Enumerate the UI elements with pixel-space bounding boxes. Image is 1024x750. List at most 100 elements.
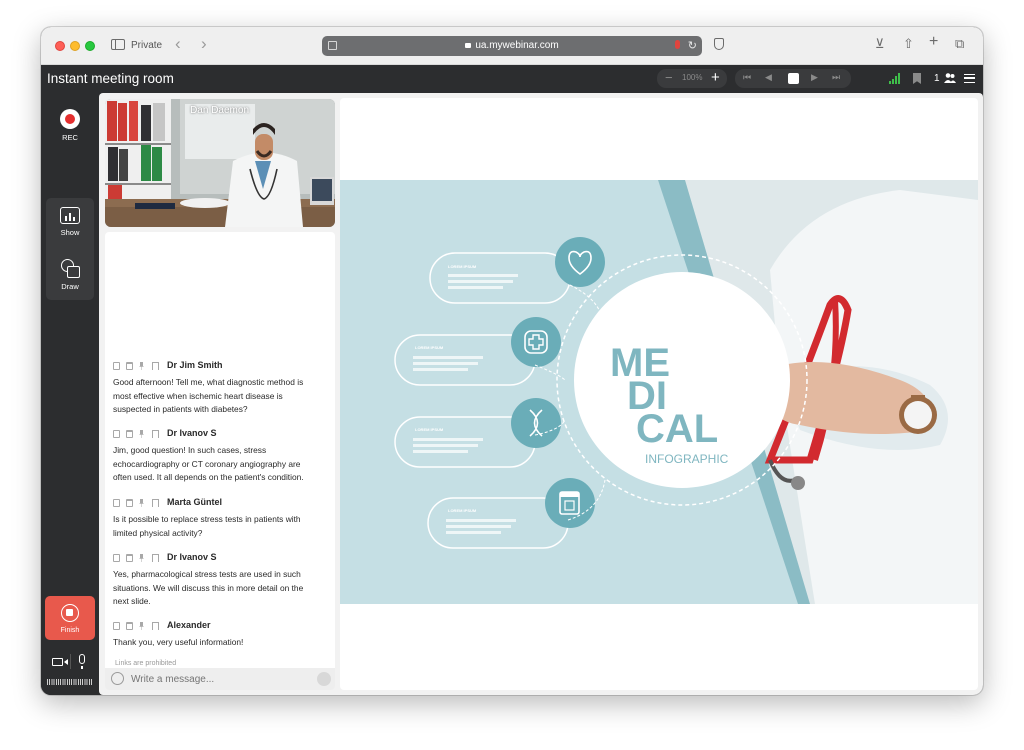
share-icon[interactable]: ⇧ [903, 36, 914, 52]
tab-overview-icon[interactable]: ⧉ [955, 36, 964, 52]
copy-icon[interactable] [113, 362, 120, 370]
copy-icon[interactable] [113, 499, 120, 507]
send-icon[interactable] [317, 672, 331, 686]
slide-subtitle: INFOGRAPHIC [645, 452, 729, 466]
finish-label: Finish [60, 627, 80, 634]
delete-icon[interactable] [126, 499, 133, 507]
menu-icon[interactable] [964, 74, 975, 83]
bookmark-icon[interactable] [152, 430, 159, 438]
first-slide-icon[interactable]: ⏮ [743, 72, 751, 83]
tools-panel: Show Draw [46, 198, 94, 300]
copy-icon[interactable] [113, 554, 120, 562]
delete-icon[interactable] [126, 554, 133, 562]
participants-count: 1 [934, 73, 940, 84]
private-mode-label: Private [131, 40, 163, 51]
emoji-icon[interactable] [111, 672, 124, 685]
last-slide-icon[interactable]: ⏭ [832, 72, 840, 83]
microphone-active-icon[interactable] [675, 40, 680, 49]
left-toolbar: REC Show Draw Finish [41, 93, 99, 695]
main-content: Dan Daemon Dr Jim Smith Good afternoon! … [99, 93, 983, 695]
reload-icon[interactable]: ↻ [688, 39, 697, 52]
finish-button[interactable]: Finish [45, 596, 95, 640]
pin-icon[interactable] [139, 554, 144, 562]
presenter-video[interactable]: Dan Daemon [105, 99, 335, 227]
show-label: Show [60, 228, 80, 237]
speaker-name: Dan Daemon [190, 105, 249, 116]
pin-icon[interactable] [139, 362, 144, 370]
pin-icon[interactable] [139, 622, 144, 630]
slide-title-line3: CAL [636, 407, 718, 451]
stop-presentation-button[interactable] [788, 73, 799, 84]
draw-label: Draw [61, 282, 79, 291]
bookmark-icon[interactable] [152, 622, 159, 630]
message-text: Jim, good question! In such cases, stres… [113, 445, 304, 482]
message-text: Is it possible to replace stress tests i… [113, 514, 301, 538]
chat-message: Marta Güntel Is it possible to replace s… [113, 497, 313, 540]
item-title: LOREM IPSUM [415, 345, 444, 350]
message-author: Alexander [167, 620, 211, 630]
bookmark-icon[interactable] [152, 499, 159, 507]
sidebar-toggle-icon[interactable] [111, 39, 125, 50]
record-button[interactable] [60, 109, 80, 129]
audio-level-meter [47, 679, 93, 685]
delete-icon[interactable] [126, 362, 133, 370]
chat-message: Dr Ivanov S Jim, good question! In such … [113, 428, 313, 485]
message-input[interactable] [131, 674, 301, 685]
close-window-button[interactable] [55, 41, 65, 51]
url-text: ua.mywebinar.com [475, 40, 559, 51]
delete-icon[interactable] [126, 430, 133, 438]
delete-icon[interactable] [126, 622, 133, 630]
download-icon[interactable]: ⊻ [875, 36, 885, 52]
draw-shapes-icon[interactable] [61, 259, 81, 279]
copy-icon[interactable] [113, 430, 120, 438]
message-author: Dr Ivanov S [167, 552, 217, 562]
microphone-icon[interactable] [79, 654, 85, 669]
participants-icon[interactable] [944, 72, 956, 84]
new-tab-icon[interactable]: + [929, 34, 938, 50]
address-bar[interactable]: ua.mywebinar.com ↻ [322, 36, 702, 56]
zoom-level: 100% [682, 73, 703, 82]
browser-toolbar: Private ‹ › ua.mywebinar.com ↻ ⊻ ⇧ + ⧉ [41, 27, 983, 65]
slide-navigation: ⏮ ◀ ▶ ⏭ [735, 69, 851, 88]
pin-icon[interactable] [139, 430, 144, 438]
zoom-control: − 100% + [657, 69, 727, 88]
presenter-video-frame [105, 99, 335, 227]
chat-message: Dr Jim Smith Good afternoon! Tell me, wh… [113, 360, 313, 417]
camera-icon[interactable] [52, 658, 68, 666]
forward-icon[interactable]: › [201, 35, 207, 53]
stop-icon [61, 604, 79, 622]
chat-message: Alexander Thank you, very useful informa… [113, 620, 313, 650]
slide-image: ME DI CAL INFOGRAPHIC LOREM IPSUM LOREM … [340, 180, 978, 604]
next-slide-icon[interactable]: ▶ [811, 72, 818, 83]
message-author: Dr Ivanov S [167, 428, 217, 438]
page-title: Instant meeting room [47, 71, 174, 86]
item-title: LOREM IPSUM [448, 264, 477, 269]
previous-slide-icon[interactable]: ◀ [765, 72, 772, 83]
show-presentation-icon[interactable] [60, 207, 80, 224]
pin-icon[interactable] [139, 499, 144, 507]
privacy-shield-icon[interactable] [714, 38, 724, 50]
message-text: Thank you, very useful information! [113, 637, 244, 647]
app-header: Instant meeting room − 100% + ⏮ ◀ ▶ ⏭ 1 [41, 65, 983, 93]
minimize-window-button[interactable] [70, 41, 80, 51]
chat-input-bar [105, 668, 335, 690]
connection-signal-icon [889, 73, 902, 84]
zoom-window-button[interactable] [85, 41, 95, 51]
lock-icon [465, 43, 472, 48]
copy-icon[interactable] [113, 622, 120, 630]
links-prohibited-note: Links are prohibited [115, 660, 177, 667]
record-label: REC [62, 133, 78, 142]
bookmark-icon[interactable] [152, 362, 159, 370]
browser-window: Private ‹ › ua.mywebinar.com ↻ ⊻ ⇧ + ⧉ I… [41, 27, 983, 695]
presentation-slide: ME DI CAL INFOGRAPHIC LOREM IPSUM LOREM … [340, 98, 978, 690]
zoom-out-button[interactable]: − [665, 70, 673, 85]
bookmark-icon[interactable] [913, 73, 921, 84]
back-icon[interactable]: ‹ [175, 35, 181, 53]
chat-panel: Dr Jim Smith Good afternoon! Tell me, wh… [105, 232, 335, 690]
item-title: LOREM IPSUM [415, 427, 444, 432]
message-author: Marta Güntel [167, 497, 223, 507]
chat-message: Dr Ivanov S Yes, pharmacological stress … [113, 552, 313, 609]
zoom-in-button[interactable]: + [711, 69, 720, 87]
bookmark-icon[interactable] [152, 554, 159, 562]
message-author: Dr Jim Smith [167, 360, 223, 370]
